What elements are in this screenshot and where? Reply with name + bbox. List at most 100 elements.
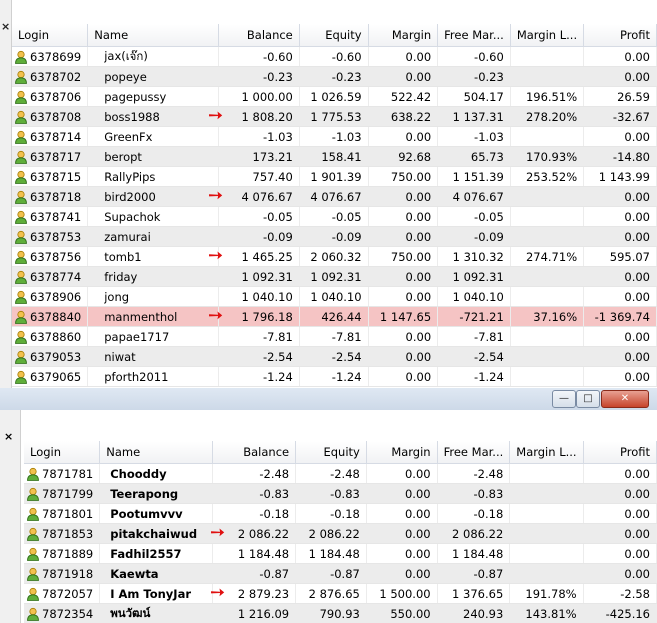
cell-balance: -0.87 <box>212 563 297 584</box>
cell-login: 6378714 <box>12 126 89 147</box>
cell-equity: 2 060.32 <box>299 246 369 267</box>
cell-profit: 0.00 <box>583 563 657 584</box>
column-header-margin-l[interactable]: Margin L... <box>509 441 584 464</box>
column-header-margin[interactable]: Margin <box>366 441 438 464</box>
cell-equity: -2.48 <box>295 463 367 484</box>
table-row[interactable]: 6378708 boss1988 1 808.20 1 775.53 638.22 1 1… <box>12 106 657 127</box>
cell-margin: 522.42 <box>368 86 439 107</box>
table-row[interactable]: 7871853 pitakchaiwud 2 086.22 2 086.22 0.00 2… <box>24 523 657 544</box>
cell-profit: 0.00 <box>583 226 657 247</box>
cell-profit: 0.00 <box>583 266 657 287</box>
cell-margin: 0.00 <box>368 126 439 147</box>
table-row[interactable]: 6378706 pagepussy 1 000.00 1 026.59 522.42 50… <box>12 86 657 107</box>
cell-level <box>509 503 584 524</box>
cell-free: 1 151.39 <box>437 166 511 187</box>
table-row[interactable]: 7871799 Teerapong -0.83 -0.83 0.00 -0.83 0.00 <box>24 483 657 504</box>
table-row[interactable]: 6378774 friday 1 092.31 1 092.31 0.00 1 092.3… <box>12 266 657 287</box>
table-row[interactable]: 6378699 jax(เจ๊ก) -0.60 -0.60 0.00 -0.60 0.00 <box>12 46 657 67</box>
column-header-equity[interactable]: Equity <box>295 441 367 464</box>
table-row[interactable]: 7872354 พนวัฒน์ 1 216.09 790.93 550.00 240.93… <box>24 603 657 623</box>
table-row[interactable]: 7872057 I Am TonyJar 2 879.23 2 876.65 1 500… <box>24 583 657 604</box>
column-header-free-mar[interactable]: Free Mar... <box>437 441 511 464</box>
cell-profit: 0.00 <box>583 503 657 524</box>
column-header-equity[interactable]: Equity <box>299 24 369 47</box>
table-row[interactable]: 6378840 manmenthol 1 796.18 426.44 1 147.65-… <box>12 306 657 327</box>
cell-profit: 0.00 <box>583 286 657 307</box>
table-row[interactable]: 7871781 Chooddy -2.48 -2.48 0.00 -2.48 0.00 <box>24 463 657 484</box>
table-row[interactable]: 6378718 bird2000 4 076.67 4 076.67 0.00 4 076… <box>12 186 657 207</box>
cell-login: 6378708 <box>12 106 89 127</box>
cell-equity: 1 092.31 <box>299 266 369 287</box>
minimize-button[interactable]: — <box>552 390 576 408</box>
column-header-margin-l[interactable]: Margin L... <box>510 24 585 47</box>
table-row[interactable]: 6378753 zamurai -0.09 -0.09 0.00 -0.09 0.00 <box>12 226 657 247</box>
cell-balance: 4 076.67 <box>218 186 300 207</box>
close-icon[interactable]: × <box>4 430 13 443</box>
window-title-bar[interactable]: — □ ✕ <box>0 388 657 411</box>
column-header-balance[interactable]: Balance <box>218 24 300 47</box>
maximize-button[interactable]: □ <box>576 390 600 408</box>
cell-balance: 1 000.00 <box>218 86 300 107</box>
red-arrow-icon: ➙ <box>210 582 226 603</box>
table-row[interactable]: 6379065 pforth2011 -1.24 -1.24 0.00 -1.24 0.00 <box>12 366 657 387</box>
table-row[interactable]: 6378741 Supachok -0.05 -0.05 0.00 -0.05 0.00 <box>12 206 657 227</box>
table-row[interactable]: 6378715 RallyPips 757.40 1 901.39 750.00 1 15… <box>12 166 657 187</box>
column-header-name[interactable]: Name <box>87 24 220 47</box>
cell-level <box>509 463 584 484</box>
table-row[interactable]: 7871918 Kaewta -0.87 -0.87 0.00 -0.87 0.00 <box>24 563 657 584</box>
cell-level <box>510 226 585 247</box>
login-value: 6378718 <box>30 189 82 204</box>
column-header-name[interactable]: Name <box>99 441 213 464</box>
cell-balance: -7.81 <box>218 326 300 347</box>
cell-name: popeye <box>87 66 220 87</box>
cell-free: 2 086.22 <box>437 523 511 544</box>
cell-profit: 0.00 <box>583 483 657 504</box>
column-header-margin[interactable]: Margin <box>368 24 439 47</box>
table-row[interactable]: 6378756 tomb1 1 465.25 2 060.32 750.00 1 310.… <box>12 246 657 267</box>
red-arrow-icon: ➙ <box>208 105 224 126</box>
cell-balance: 1 040.10 <box>218 286 300 307</box>
cell-margin: 0.00 <box>368 46 439 67</box>
user-icon <box>27 567 39 581</box>
table-row[interactable]: 6378717 beropt 173.21 158.41 92.68 65.73 170.9… <box>12 146 657 167</box>
user-icon <box>15 110 27 124</box>
table-row[interactable]: 6378714 GreenFx -1.03 -1.03 0.00 -1.03 0.00 <box>12 126 657 147</box>
column-header-profit[interactable]: Profit <box>583 441 657 464</box>
cell-equity: 158.41 <box>299 146 369 167</box>
cell-margin: 0.00 <box>366 463 438 484</box>
cell-margin: 1 147.65 <box>368 306 439 327</box>
window-close-button[interactable]: ✕ <box>601 390 649 408</box>
column-header-login[interactable]: Login <box>24 441 101 464</box>
close-icon[interactable]: × <box>1 20 10 33</box>
cell-margin: 0.00 <box>368 366 439 387</box>
table-row[interactable]: 7871889 Fadhil2557 1 184.48 1 184.48 0.00 1 1… <box>24 543 657 564</box>
cell-name: manmenthol <box>87 306 220 327</box>
cell-profit: 0.00 <box>583 206 657 227</box>
table-row[interactable]: 6379053 niwat -2.54 -2.54 0.00 -2.54 0.00 <box>12 346 657 367</box>
login-value: 6378706 <box>30 89 82 104</box>
cell-name: jax(เจ๊ก) <box>87 46 220 67</box>
cell-level: 37.16% <box>510 306 585 327</box>
table-row[interactable]: 6378906 jong 1 040.10 1 040.10 0.00 1 040.10 0… <box>12 286 657 307</box>
login-value: 6378840 <box>30 309 82 324</box>
cell-login: 6378718 <box>12 186 89 207</box>
column-header-profit[interactable]: Profit <box>583 24 657 47</box>
red-arrow-icon: ➙ <box>208 185 224 206</box>
user-icon <box>27 547 39 561</box>
cell-profit: 26.59 <box>583 86 657 107</box>
cell-margin: 0.00 <box>368 346 439 367</box>
user-icon <box>15 50 27 64</box>
table-row[interactable]: 7871801 Pootumvvv -0.18 -0.18 0.00 -0.18 0.00 <box>24 503 657 524</box>
table-row[interactable]: 6378702 popeye -0.23 -0.23 0.00 -0.23 0.00 <box>12 66 657 87</box>
cell-login: 6378756 <box>12 246 89 267</box>
bottom-side-strip: × <box>0 410 21 623</box>
column-header-login[interactable]: Login <box>12 24 89 47</box>
column-header-free-mar[interactable]: Free Mar... <box>437 24 511 47</box>
cell-margin: 0.00 <box>368 266 439 287</box>
column-header-balance[interactable]: Balance <box>212 441 297 464</box>
cell-login: 6378717 <box>12 146 89 167</box>
cell-balance: -0.60 <box>218 46 300 67</box>
table-row[interactable]: 6378860 papae1717 -7.81 -7.81 0.00 -7.81 0.00 <box>12 326 657 347</box>
cell-login: 6378753 <box>12 226 89 247</box>
cell-login: 6378741 <box>12 206 89 227</box>
